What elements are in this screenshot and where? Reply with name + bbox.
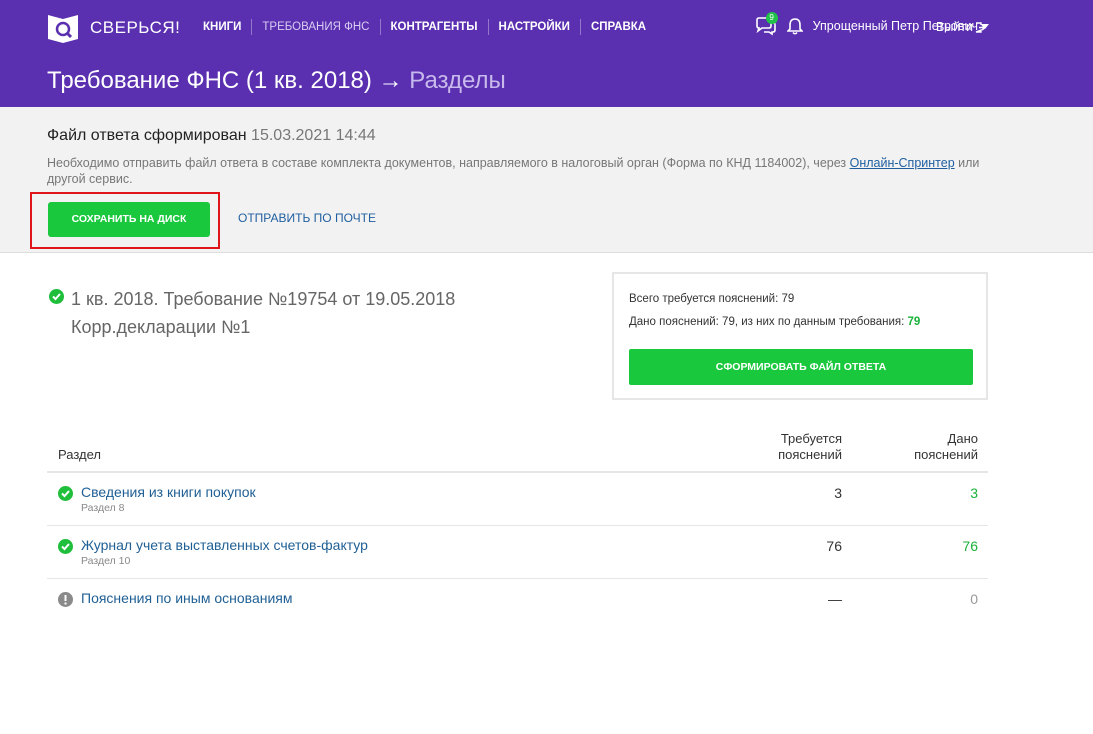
col-required-line1: Требуется [780, 431, 842, 446]
section-number: Раздел 8 [81, 502, 125, 514]
app-logo[interactable]: СВЕРЬСЯ! [47, 12, 180, 44]
nav-books[interactable]: КНИГИ [193, 19, 251, 35]
title-arrow: → [371, 67, 410, 94]
table-header: Раздел Требуется пояснений Дано пояснени… [47, 420, 988, 473]
nav-counterparties[interactable]: КОНТРАГЕНТЫ [379, 19, 488, 35]
logout-link[interactable]: Выйти [936, 20, 987, 34]
notice-text: Необходимо отправить файл ответа в соста… [47, 155, 987, 187]
logo-text: СВЕРЬСЯ! [90, 18, 181, 37]
given-count: 0 [970, 591, 978, 607]
exclamation-circle-icon [58, 592, 73, 607]
notice-title: Файл ответа сформирован 15.03.2021 14:44 [47, 127, 376, 145]
given-count: 76 [962, 538, 978, 554]
nav-fns-requirements[interactable]: ТРЕБОВАНИЯ ФНС [251, 19, 379, 35]
logout-icon [975, 21, 987, 33]
section-number: Раздел 10 [81, 555, 131, 567]
top-header: СВЕРЬСЯ! КНИГИ ТРЕБОВАНИЯ ФНС КОНТРАГЕНТ… [0, 0, 1093, 107]
check-circle-icon [58, 539, 73, 554]
chat-icon[interactable]: 9 [755, 12, 778, 36]
response-file-notice: Файл ответа сформирован 15.03.2021 14:44… [0, 107, 1093, 253]
section-link[interactable]: Журнал учета выставленных счетов-фактур [81, 537, 368, 553]
notice-title-text: Файл ответа сформирован [47, 127, 247, 144]
col-required: Требуется пояснений [778, 431, 842, 463]
save-to-disk-button[interactable]: СОХРАНИТЬ НА ДИСК [48, 202, 210, 237]
notice-time: 15.03.2021 14:44 [251, 127, 376, 144]
required-count: 3 [834, 485, 842, 501]
requirement-title: 1 кв. 2018. Требование №19754 от 19.05.2… [71, 289, 456, 309]
section-link[interactable]: Пояснения по иным основаниям [81, 590, 292, 606]
col-section: Раздел [58, 447, 101, 462]
online-sprinter-link[interactable]: Онлайн-Спринтер [850, 156, 955, 170]
given-count: 3 [970, 485, 978, 501]
summary-card: Всего требуется пояснений: 79 Дано поясн… [612, 272, 988, 400]
page-title: Требование ФНС (1 кв. 2018) → Разделы [47, 67, 506, 95]
bell-icon[interactable] [785, 17, 804, 35]
page-title-sub: Разделы [409, 67, 506, 94]
generate-response-button[interactable]: СФОРМИРОВАТЬ ФАЙЛ ОТВЕТА [629, 349, 973, 385]
col-required-line2: пояснений [778, 447, 842, 462]
requirement-correction: Корр.декларации №1 [71, 317, 251, 337]
notice-text-before: Необходимо отправить файл ответа в соста… [47, 156, 850, 170]
col-given-line1: Дано [947, 431, 978, 446]
nav-settings[interactable]: НАСТРОЙКИ [487, 19, 580, 35]
main-nav: КНИГИ ТРЕБОВАНИЯ ФНС КОНТРАГЕНТЫ НАСТРОЙ… [193, 19, 656, 35]
col-given: Дано пояснений [914, 431, 978, 463]
logout-label: Выйти [935, 20, 973, 34]
given-explanations: Дано пояснений: 79, из них по данным тре… [629, 316, 920, 328]
given-value: 79 [907, 316, 921, 328]
logo-icon [47, 12, 79, 44]
send-by-mail-button[interactable]: ОТПРАВИТЬ ПО ПОЧТЕ [238, 211, 376, 225]
nav-help[interactable]: СПРАВКА [579, 19, 656, 35]
table-row: Журнал учета выставленных счетов-фактур … [47, 526, 988, 579]
table-row: Пояснения по иным основаниям — 0 [47, 579, 988, 632]
page-title-main: Требование ФНС (1 кв. 2018) [47, 67, 372, 94]
total-required: Всего требуется пояснений: 79 [629, 293, 795, 305]
given-label: Дано пояснений: 79, из них по данным тре… [629, 316, 908, 328]
sections-table: Раздел Требуется пояснений Дано пояснени… [47, 420, 988, 632]
check-circle-icon [58, 486, 73, 501]
section-link[interactable]: Сведения из книги покупок [81, 484, 256, 500]
col-given-line2: пояснений [914, 447, 978, 462]
requirement-info: 1 кв. 2018. Требование №19754 от 19.05.2… [47, 285, 455, 341]
required-count: — [828, 591, 842, 607]
table-row: Сведения из книги покупок Раздел 8 3 3 [47, 473, 988, 526]
required-count: 76 [826, 538, 842, 554]
chat-badge: 9 [765, 12, 778, 24]
check-circle-icon [49, 289, 64, 304]
